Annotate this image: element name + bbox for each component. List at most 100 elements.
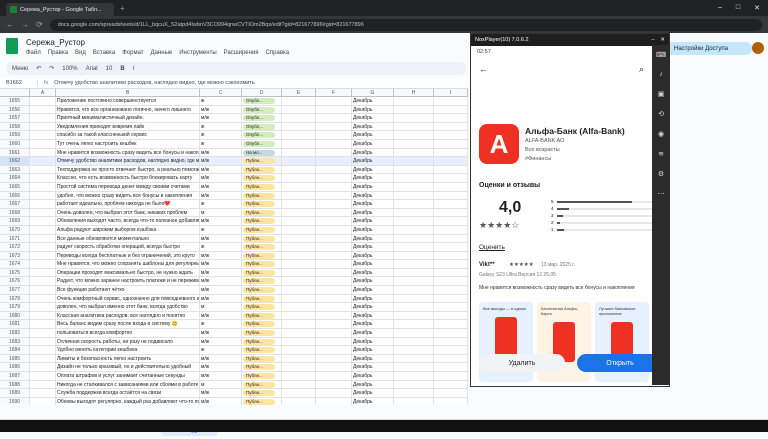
close-icon[interactable]: ✕ <box>754 4 760 12</box>
cell-review[interactable]: доволен, что выбрал именно этот банк, вс… <box>56 303 200 311</box>
table-row[interactable]: 1658 Уведомления приходят вовремя лайк ж Оп… <box>0 122 468 132</box>
cell-f[interactable] <box>316 346 352 354</box>
cell-review[interactable]: Дизайн не только красивый, но и действит… <box>56 363 200 371</box>
cell-a[interactable] <box>30 165 56 174</box>
cell-review[interactable]: Радует, что можно заранее настроить плат… <box>56 277 200 286</box>
cell-review[interactable]: Обновления выходят часто, всегда что-то … <box>56 217 200 225</box>
cell-h[interactable] <box>394 225 434 234</box>
cell-f[interactable] <box>316 260 352 268</box>
browser-tab[interactable]: Сережа_Рустор - Google Табл... <box>6 3 114 16</box>
table-row[interactable]: 1672 радует скорость обработки операций, … <box>0 243 468 252</box>
cell-i[interactable] <box>434 303 468 311</box>
table-row[interactable]: 1664 Классно, что есть возможность быстро… <box>0 174 468 183</box>
cell-h[interactable] <box>394 157 434 165</box>
status-chip[interactable]: Опубл... <box>243 115 275 122</box>
cell-month[interactable]: Декабрь <box>352 225 394 234</box>
cell-status[interactable]: Публи... <box>242 311 282 320</box>
cell-gender[interactable]: м/ж <box>200 389 242 397</box>
cell-status[interactable]: Публи... <box>242 243 282 251</box>
cell-review[interactable]: Никогда не сталкивался с зависаниями или… <box>56 380 200 389</box>
cell-month[interactable]: Декабрь <box>352 234 394 243</box>
table-row[interactable]: 1677 Все функции работают чётко м/ж Публи..… <box>0 286 468 295</box>
cell-i[interactable] <box>434 131 468 139</box>
cell-status[interactable]: Опубл... <box>242 114 282 122</box>
cell-a[interactable] <box>30 208 56 217</box>
cell-h[interactable] <box>394 277 434 286</box>
cell-f[interactable] <box>316 105 352 114</box>
cell-a[interactable] <box>30 105 56 114</box>
cell-month[interactable]: Декабрь <box>352 114 394 122</box>
table-row[interactable]: 1680 Классная аналитика расходов, все наг… <box>0 311 468 321</box>
cell-status[interactable]: Публи... <box>242 397 282 405</box>
cell-i[interactable] <box>434 225 468 234</box>
cell-review[interactable]: работает идеально, проблем никогда не бы… <box>56 200 200 208</box>
menu-item[interactable]: Вставка <box>93 50 115 56</box>
cell-f[interactable] <box>316 303 352 311</box>
menu-item[interactable]: Правка <box>48 50 68 56</box>
cell-e[interactable] <box>282 191 316 200</box>
table-row[interactable]: 1656 Нравится, что все организовано логич… <box>0 105 468 115</box>
cell-gender[interactable]: м/ж <box>200 268 242 277</box>
cell-status[interactable]: Публи... <box>242 200 282 208</box>
rotate-icon[interactable]: ⟲ <box>658 110 664 118</box>
menu-item[interactable]: Инструменты <box>179 50 216 56</box>
status-chip[interactable]: Публи... <box>243 209 275 216</box>
status-chip[interactable]: Публи... <box>243 347 275 354</box>
italic-icon[interactable]: I <box>133 66 135 72</box>
cell-review[interactable]: Мне нравится возможность сразу видеть вс… <box>56 148 200 157</box>
cell-review[interactable]: пользоваться всегда комфортно <box>56 329 200 337</box>
cell-status[interactable]: На мо... <box>242 148 282 157</box>
row-number[interactable]: 1655 <box>0 97 30 105</box>
cell-gender[interactable]: м <box>200 208 242 217</box>
cell-month[interactable]: Декабрь <box>352 354 394 363</box>
row-number[interactable]: 1688 <box>0 380 30 389</box>
cell-a[interactable] <box>30 294 56 303</box>
cell-a[interactable] <box>30 389 56 397</box>
menu-item[interactable]: Справка <box>266 50 290 56</box>
row-number[interactable]: 1666 <box>0 191 30 200</box>
cell-a[interactable] <box>30 139 56 148</box>
cell-e[interactable] <box>282 114 316 122</box>
table-row[interactable]: 1683 Отличная скорость работы, ни разу не… <box>0 337 468 347</box>
cell-h[interactable] <box>394 372 434 380</box>
menu-item[interactable]: Данные <box>151 50 173 56</box>
cell-h[interactable] <box>394 337 434 346</box>
cell-month[interactable]: Декабрь <box>352 329 394 337</box>
cell-month[interactable]: Декабрь <box>352 208 394 217</box>
row-number[interactable]: 1685 <box>0 354 30 363</box>
cell-f[interactable] <box>316 277 352 286</box>
cell-f[interactable] <box>316 268 352 277</box>
cell-a[interactable] <box>30 329 56 337</box>
cell-f[interactable] <box>316 389 352 397</box>
column-header[interactable]: B <box>56 89 200 96</box>
cell-e[interactable] <box>282 380 316 389</box>
undo-icon[interactable]: ↶ <box>36 65 41 72</box>
cell-month[interactable]: Декабрь <box>352 105 394 114</box>
column-header[interactable]: E <box>282 89 316 96</box>
row-number[interactable]: 1682 <box>0 329 30 337</box>
cell-h[interactable] <box>394 234 434 243</box>
status-chip[interactable]: Публи... <box>243 166 275 173</box>
row-number[interactable]: 1686 <box>0 363 30 371</box>
cell-status[interactable]: Публи... <box>242 380 282 389</box>
cell-gender[interactable]: м/ж <box>200 157 242 165</box>
reviews-header[interactable]: Оценки и отзывы <box>479 182 540 189</box>
table-row[interactable]: 1662 Отмечу удобство аналитики расходов, … <box>0 157 468 166</box>
cell-a[interactable] <box>30 243 56 251</box>
cell-e[interactable] <box>282 251 316 260</box>
cell-h[interactable] <box>394 208 434 217</box>
cell-f[interactable] <box>316 165 352 174</box>
cell-month[interactable]: Декабрь <box>352 286 394 294</box>
cell-e[interactable] <box>282 165 316 174</box>
table-row[interactable]: 1668 Очень доволен, что выбрал этот банк,… <box>0 208 468 218</box>
cell-status[interactable]: Публи... <box>242 389 282 397</box>
table-row[interactable]: 1675 Операции проходят максимально быстро… <box>0 268 468 278</box>
table-row[interactable]: 1682 пользоваться всегда комфортно м/ж Публ… <box>0 329 468 338</box>
cell-h[interactable] <box>394 363 434 371</box>
status-chip[interactable]: Публи... <box>243 364 275 371</box>
cell-gender[interactable]: ж <box>200 225 242 234</box>
table-row[interactable]: 1689 Служба поддержки всегда остаётся на … <box>0 389 468 398</box>
cell-h[interactable] <box>394 105 434 114</box>
column-header[interactable]: A <box>30 89 56 96</box>
cell-e[interactable] <box>282 346 316 354</box>
